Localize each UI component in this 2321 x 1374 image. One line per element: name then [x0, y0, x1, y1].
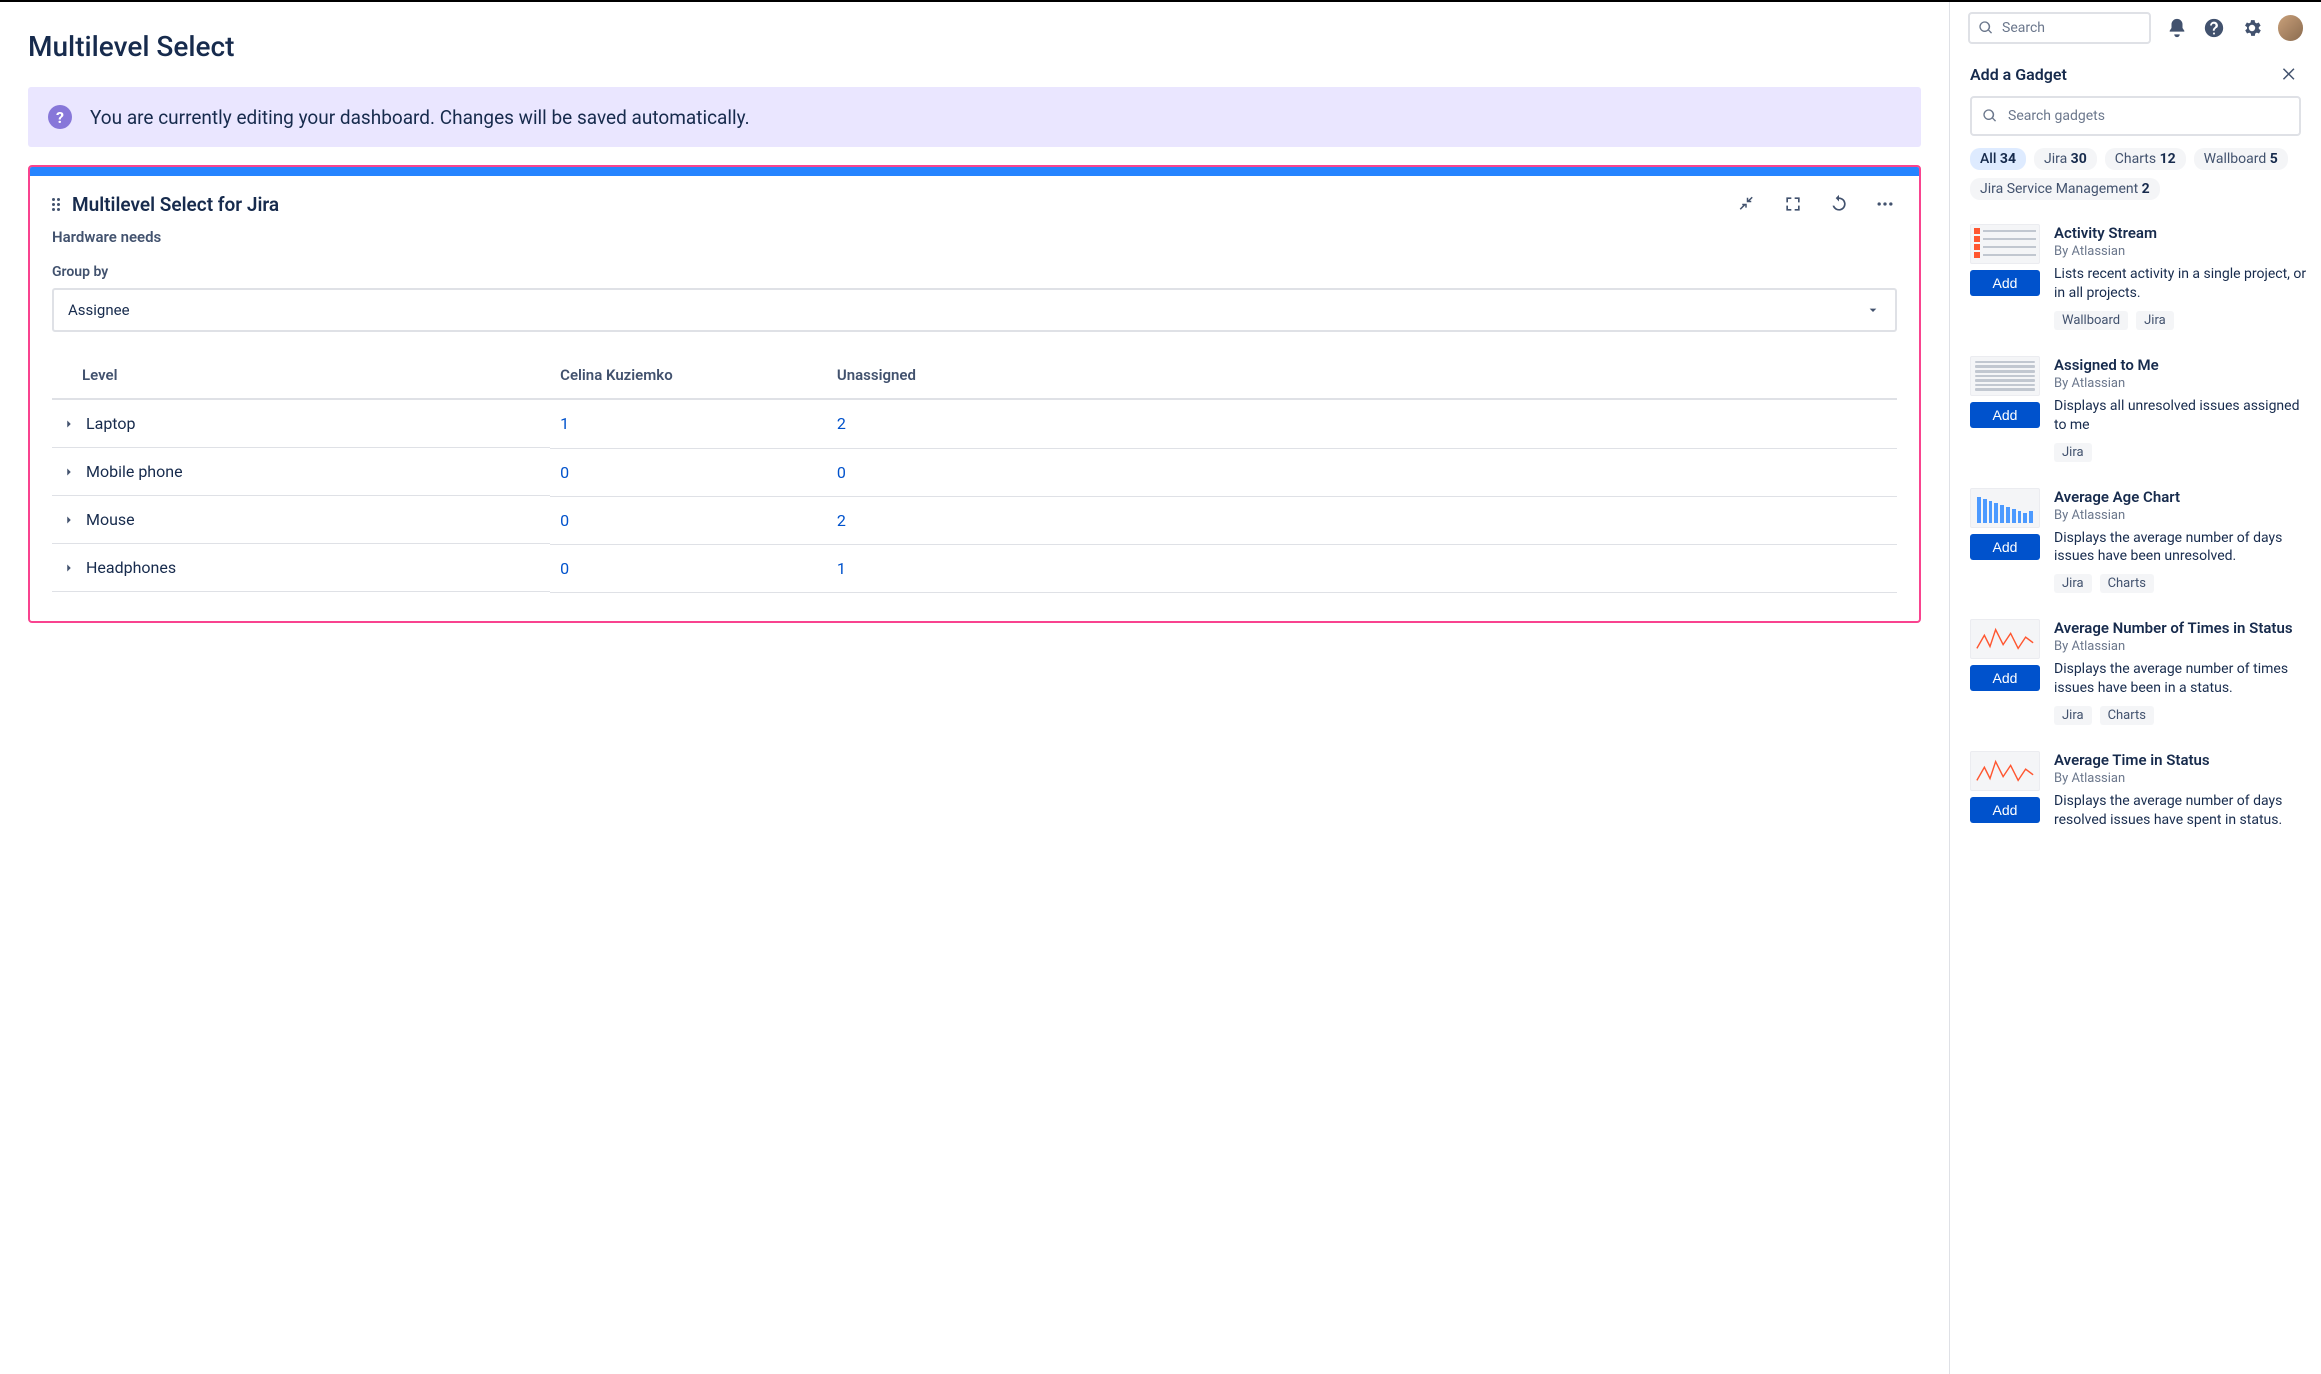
gadget-thumbnail: [1970, 224, 2040, 264]
gadget-accent-bar: [30, 167, 1919, 176]
banner-message: You are currently editing your dashboard…: [90, 106, 750, 129]
gadget-multilevel-select: Multilevel Select for Jira: [28, 165, 1921, 623]
gadget-field-name: Hardware needs: [52, 228, 1897, 246]
gadget-list: Add Activity Stream By Atlassian Lists rece…: [1950, 206, 2321, 1374]
gadget-thumbnail: [1970, 619, 2040, 659]
add-gadget-button[interactable]: Add: [1970, 402, 2040, 428]
global-search-placeholder: Search: [2002, 20, 2045, 36]
page-title: Multilevel Select: [28, 30, 1921, 63]
global-search[interactable]: Search: [1968, 12, 2151, 44]
add-gadget-panel: Search Add a Gadget Search gadgets All 3…: [1949, 2, 2321, 1374]
gadget-tag[interactable]: Jira: [2136, 311, 2174, 330]
groupby-select[interactable]: Assignee: [52, 288, 1897, 332]
gadget-item: Add Average Time in Status By Atlassian Dis…: [1970, 739, 2309, 852]
search-icon: [1978, 20, 1994, 36]
table-row: Mobile phone 0 0: [52, 448, 1897, 496]
help-icon: ?: [48, 105, 72, 129]
count-link[interactable]: 2: [837, 511, 846, 530]
gadget-name: Activity Stream: [2054, 224, 2309, 242]
count-link[interactable]: 2: [837, 414, 846, 433]
settings-icon[interactable]: [2240, 16, 2264, 40]
help-icon[interactable]: [2202, 16, 2226, 40]
levels-table: Level Celina Kuziemko Unassigned Laptop 1…: [52, 354, 1897, 593]
gadget-description: Displays the average number of days reso…: [2054, 792, 2309, 830]
gadget-item: Add Average Number of Times in Status By A…: [1970, 607, 2309, 739]
gadget-tag[interactable]: Charts: [2100, 706, 2154, 725]
gadget-description: Displays the average number of days issu…: [2054, 529, 2309, 567]
add-gadget-button[interactable]: Add: [1970, 665, 2040, 691]
add-gadget-title: Add a Gadget: [1970, 65, 2067, 84]
gadget-thumbnail: [1970, 751, 2040, 791]
count-link[interactable]: 0: [837, 463, 846, 482]
gadget-tag[interactable]: Jira: [2054, 574, 2092, 593]
gadget-tag[interactable]: Jira: [2054, 443, 2092, 462]
drag-handle-icon[interactable]: [52, 198, 60, 211]
avatar[interactable]: [2278, 15, 2304, 41]
level-name: Mouse: [86, 510, 135, 529]
gadget-name: Average Number of Times in Status: [2054, 619, 2309, 637]
gadget-description: Lists recent activity in a single projec…: [2054, 265, 2309, 303]
add-gadget-button[interactable]: Add: [1970, 534, 2040, 560]
groupby-value: Assignee: [68, 301, 130, 319]
editing-banner: ? You are currently editing your dashboa…: [28, 87, 1921, 147]
chevron-right-icon[interactable]: [62, 465, 76, 479]
count-link[interactable]: 0: [560, 463, 569, 482]
col-assignee-1: Celina Kuziemko: [550, 354, 827, 399]
add-gadget-button[interactable]: Add: [1970, 797, 2040, 823]
count-link[interactable]: 1: [837, 559, 846, 578]
groupby-label: Group by: [52, 264, 1897, 280]
gadget-description: Displays the average number of times iss…: [2054, 660, 2309, 698]
notifications-icon[interactable]: [2165, 16, 2189, 40]
gadget-item: Add Activity Stream By Atlassian Lists rece…: [1970, 212, 2309, 344]
gadget-author: By Atlassian: [2054, 639, 2309, 654]
category-pill[interactable]: All 34: [1970, 148, 2026, 170]
add-gadget-button[interactable]: Add: [1970, 270, 2040, 296]
gadget-name: Average Time in Status: [2054, 751, 2309, 769]
count-link[interactable]: 0: [560, 511, 569, 530]
gadget-author: By Atlassian: [2054, 771, 2309, 786]
level-name: Mobile phone: [86, 462, 183, 481]
gadget-name: Assigned to Me: [2054, 356, 2309, 374]
category-pill[interactable]: Jira 30: [2034, 148, 2097, 170]
gadget-search-placeholder: Search gadgets: [2008, 108, 2105, 124]
level-name: Laptop: [86, 414, 136, 433]
table-row: Headphones 0 1: [52, 544, 1897, 592]
category-pill[interactable]: Charts 12: [2105, 148, 2186, 170]
gadget-tag[interactable]: Wallboard: [2054, 311, 2128, 330]
search-icon: [1982, 108, 1998, 124]
count-link[interactable]: 1: [560, 414, 569, 433]
table-row: Mouse 0 2: [52, 496, 1897, 544]
gadget-tag[interactable]: Jira: [2054, 706, 2092, 725]
more-icon[interactable]: [1873, 192, 1897, 216]
gadget-author: By Atlassian: [2054, 376, 2309, 391]
gadget-categories: All 34 Jira 30 Charts 12 Wallboard 5 Jira Se…: [1950, 148, 2321, 206]
count-link[interactable]: 0: [560, 559, 569, 578]
chevron-right-icon[interactable]: [62, 561, 76, 575]
col-assignee-2: Unassigned: [827, 354, 1897, 399]
level-name: Headphones: [86, 558, 176, 577]
gadget-title: Multilevel Select for Jira: [72, 193, 279, 216]
chevron-right-icon[interactable]: [62, 417, 76, 431]
close-icon[interactable]: [2277, 62, 2301, 86]
gadget-author: By Atlassian: [2054, 244, 2309, 259]
gadget-item: Add Assigned to Me By Atlassian Displays al…: [1970, 344, 2309, 476]
gadget-tag[interactable]: Charts: [2100, 574, 2154, 593]
collapse-icon[interactable]: [1735, 192, 1759, 216]
gadget-name: Average Age Chart: [2054, 488, 2309, 506]
col-level: Level: [52, 354, 550, 399]
chevron-down-icon: [1865, 302, 1881, 318]
gadget-thumbnail: [1970, 488, 2040, 528]
gadget-author: By Atlassian: [2054, 508, 2309, 523]
gadget-search[interactable]: Search gadgets: [1970, 96, 2301, 136]
gadget-thumbnail: [1970, 356, 2040, 396]
fullscreen-icon[interactable]: [1781, 192, 1805, 216]
gadget-item: Add Average Age Chart By Atlassian Displays…: [1970, 476, 2309, 608]
refresh-icon[interactable]: [1827, 192, 1851, 216]
category-pill[interactable]: Wallboard 5: [2194, 148, 2288, 170]
category-pill[interactable]: Jira Service Management 2: [1970, 178, 2160, 200]
gadget-description: Displays all unresolved issues assigned …: [2054, 397, 2309, 435]
chevron-right-icon[interactable]: [62, 513, 76, 527]
table-row: Laptop 1 2: [52, 399, 1897, 448]
